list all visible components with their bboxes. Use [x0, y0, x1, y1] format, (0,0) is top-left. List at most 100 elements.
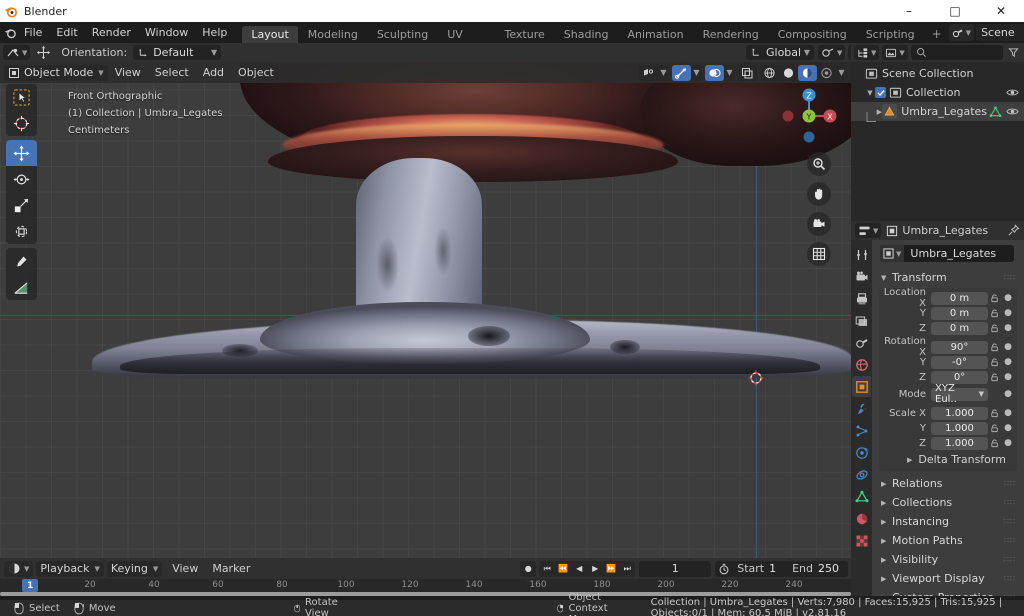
lock-icon[interactable]	[988, 293, 1002, 303]
navigation-gizmo[interactable]: Z X Y	[777, 84, 841, 148]
object-data-tab[interactable]	[852, 486, 871, 507]
scale-x-value[interactable]: 1.000	[931, 407, 988, 420]
camera-view-icon[interactable]	[807, 212, 831, 236]
cursor-tool[interactable]	[6, 110, 37, 136]
outliner-editor-type-dropdown[interactable]: ▼	[854, 45, 879, 60]
tab-sculpting[interactable]: Sculpting	[368, 26, 437, 43]
orientation-dropdown[interactable]: Default ▼	[133, 45, 221, 60]
physics-tab[interactable]	[852, 442, 871, 463]
lock-icon[interactable]	[988, 308, 1002, 318]
menu-edit[interactable]: Edit	[49, 24, 84, 41]
timeline-playhead[interactable]: 1	[22, 579, 38, 592]
timeline-editor-type-dropdown[interactable]: ▼	[4, 561, 33, 577]
scene-browse-dropdown[interactable]: ▼	[949, 24, 974, 41]
auto-keying-record-icon[interactable]: ●	[520, 561, 536, 577]
menu-file[interactable]: File	[17, 24, 49, 41]
menu-window[interactable]: Window	[138, 24, 195, 41]
timeline-ruler[interactable]: 20 40 60 80 100 120 140 160 180 200 220 …	[0, 579, 851, 592]
outliner-display-mode-dropdown[interactable]: ▼	[882, 45, 907, 60]
pan-hand-icon[interactable]	[807, 182, 831, 206]
measure-tool[interactable]	[6, 274, 37, 300]
maximize-button[interactable]: □	[932, 0, 978, 22]
outliner-row-umbra-legates[interactable]: ▶ Umbra_Legates	[851, 102, 1024, 121]
shading-mode-group[interactable]: ▼	[760, 65, 847, 81]
lock-icon[interactable]	[988, 357, 1002, 367]
delta-transform-subpanel[interactable]: ▶ Delta Transform	[879, 451, 1017, 468]
play-icon[interactable]: ▶	[587, 561, 603, 577]
world-tab[interactable]	[852, 354, 871, 375]
tab-shading[interactable]: Shading	[555, 26, 618, 43]
properties-editor[interactable]: ▼ Umbra_Legates	[851, 221, 1024, 596]
overlay-group[interactable]: ▼	[705, 65, 735, 81]
outliner-editor[interactable]: ▼ ▼	[851, 43, 1024, 221]
show-gizmo-icon[interactable]	[672, 65, 691, 81]
timeline-menu-marker[interactable]: Marker	[205, 561, 257, 577]
location-y-value[interactable]: 0 m	[931, 307, 988, 320]
object-name-field[interactable]: ▼ Umbra_Legates	[880, 245, 1014, 262]
blender-menu-icon[interactable]	[4, 25, 17, 41]
object-type-visibility-icon[interactable]	[639, 65, 658, 81]
show-overlays-icon[interactable]	[705, 65, 724, 81]
playback-dropdown[interactable]: Playback ▼	[36, 561, 103, 577]
tab-uv-editing[interactable]: UV Editing	[438, 26, 494, 43]
current-frame-field[interactable]: 1	[639, 561, 711, 577]
gizmo-group[interactable]: ▼	[672, 65, 702, 81]
interaction-mode-dropdown[interactable]: Object Mode ▼	[4, 65, 108, 81]
jump-start-icon[interactable]: ⏮	[539, 561, 555, 577]
mesh-data-icon[interactable]	[987, 106, 1004, 118]
scene-tab[interactable]	[852, 332, 871, 353]
tab-texture-paint[interactable]: Texture Paint	[496, 26, 554, 43]
keying-dropdown[interactable]: Keying ▼	[107, 561, 162, 577]
zoom-icon[interactable]	[807, 152, 831, 176]
pin-id-icon[interactable]	[1007, 224, 1020, 237]
hide-in-viewport-eye-icon[interactable]	[1004, 87, 1020, 98]
output-tab[interactable]	[852, 288, 871, 309]
toggle-ortho-grid-icon[interactable]	[807, 242, 831, 266]
animate-property-dot[interactable]: ●	[1002, 308, 1014, 318]
motion-paths-panel[interactable]: ▶ Motion Paths ∷∷	[876, 531, 1020, 550]
start-frame-value[interactable]: 1	[769, 562, 785, 575]
render-tab[interactable]	[852, 266, 871, 287]
outliner-search-input[interactable]	[911, 45, 1003, 60]
close-button[interactable]: ✕	[978, 0, 1024, 22]
menu-help[interactable]: Help	[195, 24, 234, 41]
lock-icon[interactable]	[988, 423, 1002, 433]
solid-shading-icon[interactable]	[779, 65, 798, 81]
viewport-menu-select[interactable]: Select	[148, 65, 196, 81]
timeline-menu-view[interactable]: View	[165, 561, 205, 577]
lock-icon[interactable]	[988, 438, 1002, 448]
animate-property-dot[interactable]: ●	[1002, 372, 1014, 382]
lock-icon[interactable]	[988, 408, 1002, 418]
modifier-tab[interactable]	[852, 398, 871, 419]
pivot-point-dropdown[interactable]: ▼	[818, 45, 845, 60]
tab-rendering[interactable]: Rendering	[694, 26, 768, 43]
viewport-menu-object[interactable]: Object	[231, 65, 281, 81]
rotation-z-value[interactable]: 0°	[931, 371, 988, 384]
visibility-panel[interactable]: ▶ Visibility ∷∷	[876, 550, 1020, 569]
lock-icon[interactable]	[988, 323, 1002, 333]
wireframe-shading-icon[interactable]	[760, 65, 779, 81]
use-preview-range-icon[interactable]	[715, 563, 730, 575]
collections-panel[interactable]: ▶ Collections ∷∷	[876, 493, 1020, 512]
instancing-panel[interactable]: ▶ Instancing ∷∷	[876, 512, 1020, 531]
active-tool-icon[interactable]: ▼	[3, 45, 30, 60]
custom-properties-panel[interactable]: ▶ Custom Properties ∷∷	[876, 588, 1020, 596]
collection-checkbox[interactable]	[875, 87, 886, 98]
timeline-horizontal-scrollbar[interactable]	[0, 592, 851, 596]
jump-end-icon[interactable]: ⏭	[619, 561, 635, 577]
viewport-display-panel[interactable]: ▶ Viewport Display ∷∷	[876, 569, 1020, 588]
move-tool[interactable]	[6, 140, 37, 166]
3d-viewport[interactable]: Object Mode ▼ View Select Add Object ▼	[0, 62, 851, 558]
scale-y-value[interactable]: 1.000	[931, 422, 988, 435]
hide-in-viewport-eye-icon[interactable]	[1004, 106, 1020, 117]
tweak-select-tool[interactable]	[6, 84, 37, 110]
transform-tool[interactable]	[6, 218, 37, 244]
scale-tool[interactable]	[6, 192, 37, 218]
animate-property-dot[interactable]: ●	[1002, 438, 1014, 448]
object-tab[interactable]	[852, 376, 871, 397]
tool-tab[interactable]	[852, 244, 871, 265]
texture-tab[interactable]	[852, 530, 871, 551]
scene-name-field[interactable]: Scene	[976, 24, 1024, 41]
minimize-button[interactable]: –	[886, 0, 932, 22]
animate-property-dot[interactable]: ●	[1002, 423, 1014, 433]
